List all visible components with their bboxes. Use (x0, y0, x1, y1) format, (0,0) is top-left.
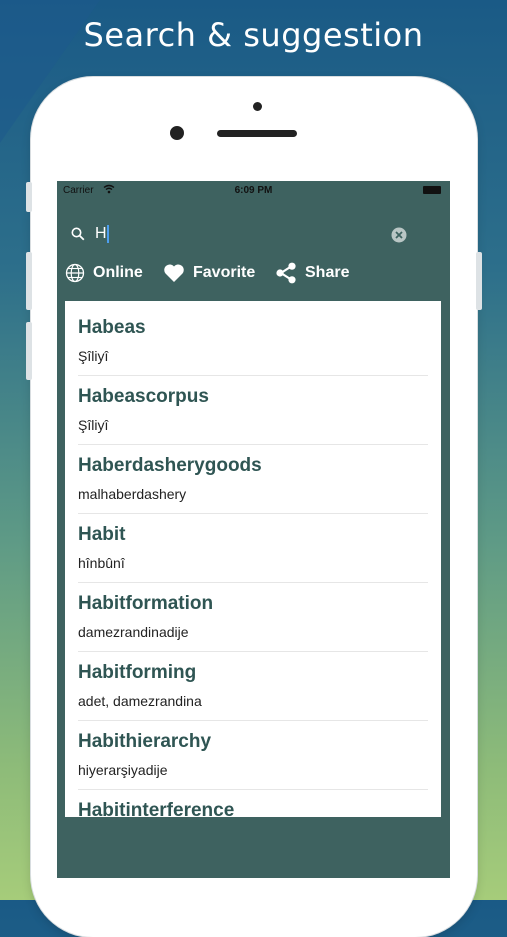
share-button[interactable]: Share (275, 259, 349, 287)
list-item[interactable]: Habitforming adet, damezrandina (78, 646, 428, 715)
result-translation: hînbûnî (78, 555, 125, 571)
online-button[interactable]: Online (65, 259, 143, 287)
volume-down-button (26, 322, 32, 380)
share-label: Share (305, 264, 350, 281)
result-term: Habit (78, 524, 126, 545)
mute-switch (26, 182, 32, 212)
list-item[interactable]: Habitinterference (78, 784, 428, 817)
list-item[interactable]: Habitformation damezrandinadije (78, 577, 428, 646)
favorite-button[interactable]: Favorite (163, 259, 255, 287)
search-input[interactable] (95, 222, 385, 246)
list-item[interactable]: Habit hînbûnî (78, 508, 428, 577)
results-list: Habeas Şîliyî Habeascorpus Şîliyî Haberd… (65, 301, 441, 817)
list-item[interactable]: Haberdasherygoods malhaberdashery (78, 439, 428, 508)
result-translation: damezrandinadije (78, 624, 189, 640)
text-caret (107, 225, 109, 243)
globe-icon (65, 263, 85, 283)
result-translation: hiyerarşiyadije (78, 762, 168, 778)
result-term: Habeascorpus (78, 386, 209, 407)
status-bar: Carrier 6:09 PM (57, 181, 450, 201)
promo-title: Search & suggestion (83, 16, 424, 54)
result-term: Haberdasherygoods (78, 455, 262, 476)
favorite-label: Favorite (193, 264, 256, 281)
status-time: 6:09 PM (234, 185, 273, 196)
power-button (476, 252, 482, 310)
result-translation: Şîliyî (78, 417, 109, 433)
front-camera (170, 126, 184, 140)
list-item[interactable]: Habithierarchy hiyerarşiyadije (78, 715, 428, 784)
result-term: Habithierarchy (78, 731, 212, 752)
result-translation: malhaberdashery (78, 486, 187, 502)
list-item[interactable]: Habeas Şîliyî (78, 301, 428, 370)
list-item[interactable]: Habeascorpus Şîliyî (78, 370, 428, 439)
heart-icon (164, 264, 184, 282)
result-term: Habitforming (78, 662, 197, 683)
app-screen: Carrier 6:09 PM H Online Favorite Share … (57, 181, 450, 878)
share-icon (276, 262, 296, 284)
result-term: Habitinterference (78, 800, 235, 817)
camera-dot (253, 102, 262, 111)
result-translation: adet, damezrandina (78, 693, 202, 709)
battery-icon (423, 186, 441, 194)
result-translation: Şîliyî (78, 348, 109, 364)
online-label: Online (93, 264, 143, 281)
earpiece-speaker (217, 130, 297, 137)
search-bar (57, 215, 450, 251)
result-term: Habitformation (78, 593, 214, 614)
result-term: Habeas (78, 317, 146, 338)
clear-icon[interactable] (391, 227, 407, 243)
action-bar: Online Favorite Share (57, 259, 450, 287)
search-icon (71, 227, 85, 241)
volume-up-button (26, 252, 32, 310)
